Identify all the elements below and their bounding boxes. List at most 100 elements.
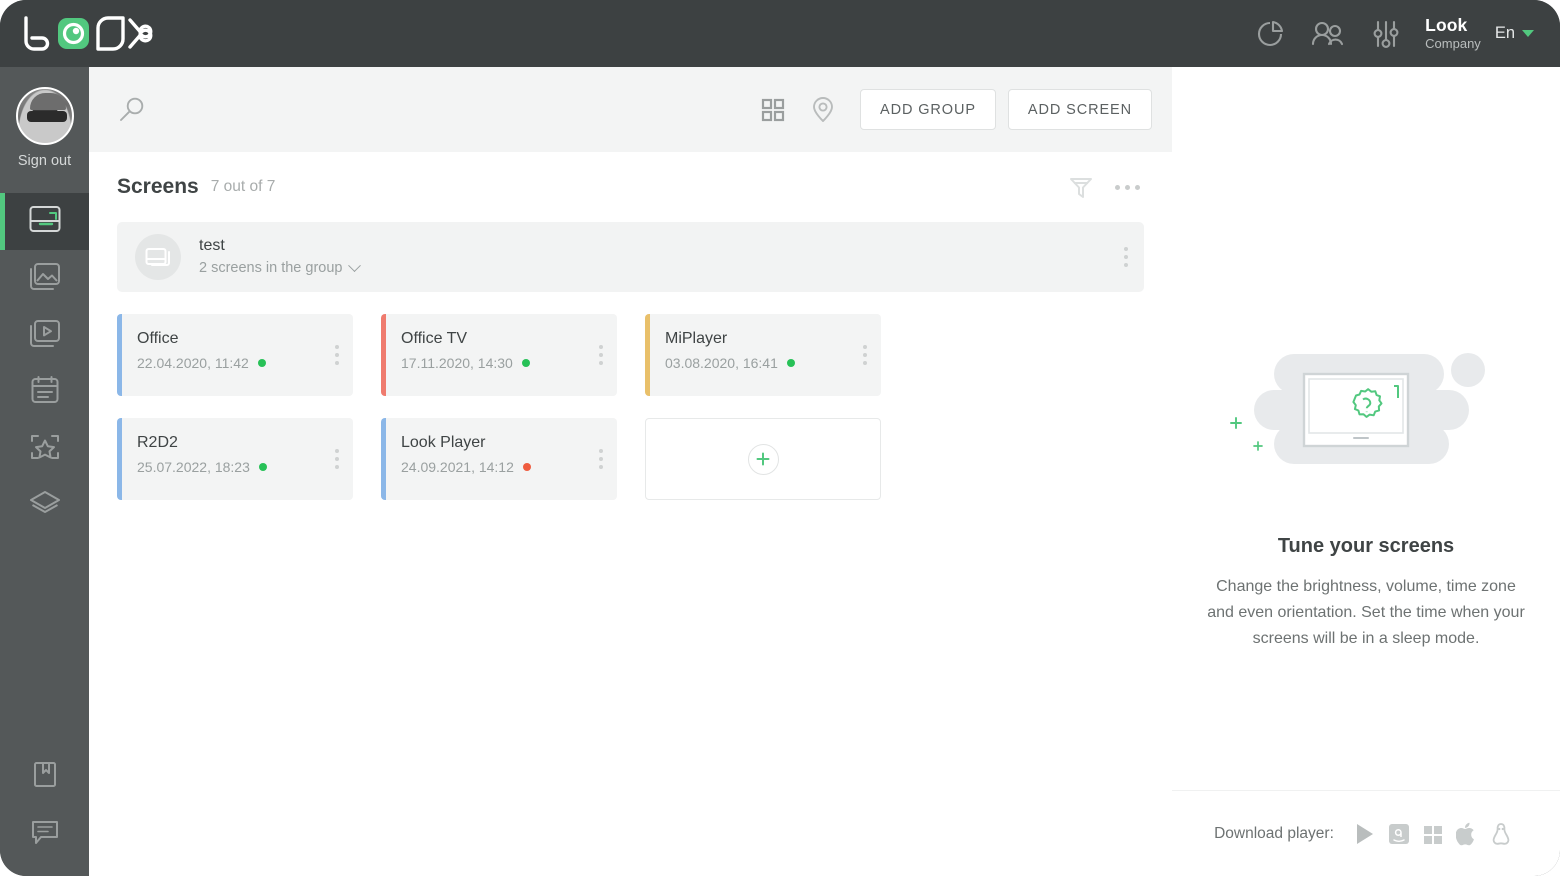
users-icon[interactable] [1299, 0, 1357, 67]
sidebar-item-schedule[interactable] [0, 364, 89, 421]
screen-color-bar [117, 418, 122, 500]
screen-name: Office TV [401, 330, 617, 348]
windows-icon[interactable] [1416, 817, 1450, 851]
add-screen-button[interactable]: ADD SCREEN [1008, 89, 1152, 130]
map-pin-icon[interactable] [798, 84, 848, 136]
layers-icon [28, 489, 62, 524]
status-badge [523, 463, 531, 471]
chat-bubble-icon [29, 816, 61, 851]
download-player-bar: Download player: [1172, 790, 1560, 876]
sign-out-button[interactable]: Sign out [18, 153, 71, 169]
status-badge [787, 359, 795, 367]
user-block: Sign out [0, 67, 89, 169]
toolbar-actions: ADD GROUP ADD SCREEN [748, 84, 1172, 136]
screen-meta: 24.09.2021, 14:12 [401, 459, 617, 475]
monitor-gear-illustration [1216, 342, 1516, 507]
status-badge [258, 359, 266, 367]
app-window: Look Company En Sign out [0, 0, 1560, 876]
chevron-down-icon[interactable] [349, 259, 362, 272]
promo-text: Change the brightness, volume, time zone… [1201, 574, 1531, 652]
screen-card[interactable]: Office TV 17.11.2020, 14:30 [381, 314, 617, 396]
screen-menu-button[interactable] [335, 345, 339, 365]
screen-meta: 22.04.2020, 11:42 [137, 355, 353, 371]
group-menu-button[interactable] [1124, 247, 1128, 267]
sliders-settings-icon[interactable] [1357, 0, 1415, 67]
screen-card[interactable]: Office 22.04.2020, 11:42 [117, 314, 353, 396]
content-toolbar: ADD GROUP ADD SCREEN [89, 67, 1172, 152]
linux-icon[interactable] [1484, 817, 1518, 851]
page-title: Screens [117, 175, 199, 199]
left-sidebar: Sign out [0, 67, 89, 876]
screens-icon [28, 204, 62, 239]
company-info[interactable]: Look Company [1425, 15, 1481, 51]
screens-grid: Office 22.04.2020, 11:42 Office TV 17.11… [89, 292, 1172, 522]
screen-datetime: 22.04.2020, 11:42 [137, 355, 249, 371]
search-icon[interactable] [105, 84, 157, 136]
language-label: En [1495, 24, 1515, 43]
more-horizontal-icon[interactable] [1104, 164, 1150, 210]
company-subtitle: Company [1425, 37, 1481, 52]
image-icon [28, 261, 62, 296]
video-playlist-icon [28, 318, 62, 353]
group-name: test [199, 236, 359, 256]
promo-title: Tune your screens [1278, 535, 1454, 558]
sidebar-bottom-nav [0, 748, 89, 862]
group-row[interactable]: test 2 screens in the group [117, 222, 1144, 292]
language-selector[interactable]: En [1495, 24, 1538, 43]
screen-menu-button[interactable] [599, 449, 603, 469]
amazon-icon[interactable] [1382, 817, 1416, 851]
avatar[interactable] [16, 87, 74, 145]
sidebar-item-screens[interactable] [0, 193, 89, 250]
add-group-button[interactable]: ADD GROUP [860, 89, 996, 130]
screens-count: 7 out of 7 [211, 178, 276, 196]
sidebar-item-guide[interactable] [0, 748, 89, 805]
sidebar-item-playlists[interactable] [0, 307, 89, 364]
status-badge [259, 463, 267, 471]
company-name: Look [1425, 15, 1481, 35]
grid-view-icon[interactable] [748, 84, 798, 136]
google-play-icon[interactable] [1348, 817, 1382, 851]
sidebar-item-support[interactable] [0, 805, 89, 862]
look-logo[interactable] [22, 14, 154, 54]
book-icon [30, 759, 60, 794]
download-label: Download player: [1214, 825, 1334, 843]
chevron-down-icon [1522, 30, 1534, 37]
screen-color-bar [117, 314, 122, 396]
plus-icon [748, 444, 779, 475]
screen-card[interactable]: R2D2 25.07.2022, 18:23 [117, 418, 353, 500]
star-frame-icon [28, 432, 62, 467]
main-content: ADD GROUP ADD SCREEN Screens 7 out of 7 [89, 67, 1172, 876]
status-badge [522, 359, 530, 367]
header-actions: Look Company En [1241, 0, 1538, 67]
sidebar-item-widgets[interactable] [0, 421, 89, 478]
screen-name: MiPlayer [665, 330, 881, 348]
group-subtitle: 2 screens in the group [199, 259, 359, 277]
filter-funnel-icon[interactable] [1058, 164, 1104, 210]
screen-meta: 03.08.2020, 16:41 [665, 355, 881, 371]
sidebar-item-layers[interactable] [0, 478, 89, 535]
screen-color-bar [381, 314, 386, 396]
add-screen-card[interactable] [645, 418, 881, 500]
screen-menu-button[interactable] [863, 345, 867, 365]
screen-color-bar [645, 314, 650, 396]
screen-menu-button[interactable] [599, 345, 603, 365]
screen-card[interactable]: MiPlayer 03.08.2020, 16:41 [645, 314, 881, 396]
search-input[interactable] [157, 90, 748, 130]
screen-meta: 25.07.2022, 18:23 [137, 459, 353, 475]
screen-card[interactable]: Look Player 24.09.2021, 14:12 [381, 418, 617, 500]
sidebar-item-gallery[interactable] [0, 250, 89, 307]
right-promo-panel: Tune your screens Change the brightness,… [1172, 67, 1560, 876]
section-header: Screens 7 out of 7 [89, 152, 1172, 222]
calendar-icon [29, 375, 61, 410]
screen-name: R2D2 [137, 434, 353, 452]
screen-datetime: 24.09.2021, 14:12 [401, 459, 514, 475]
group-subtitle-text: 2 screens in the group [199, 259, 342, 277]
group-info: test 2 screens in the group [199, 236, 359, 277]
screens-stack-icon [135, 234, 181, 280]
sidebar-nav [0, 193, 89, 535]
screen-menu-button[interactable] [335, 449, 339, 469]
apple-icon[interactable] [1450, 817, 1484, 851]
analytics-pie-icon[interactable] [1241, 0, 1299, 67]
screen-name: Look Player [401, 434, 617, 452]
screen-meta: 17.11.2020, 14:30 [401, 355, 617, 371]
